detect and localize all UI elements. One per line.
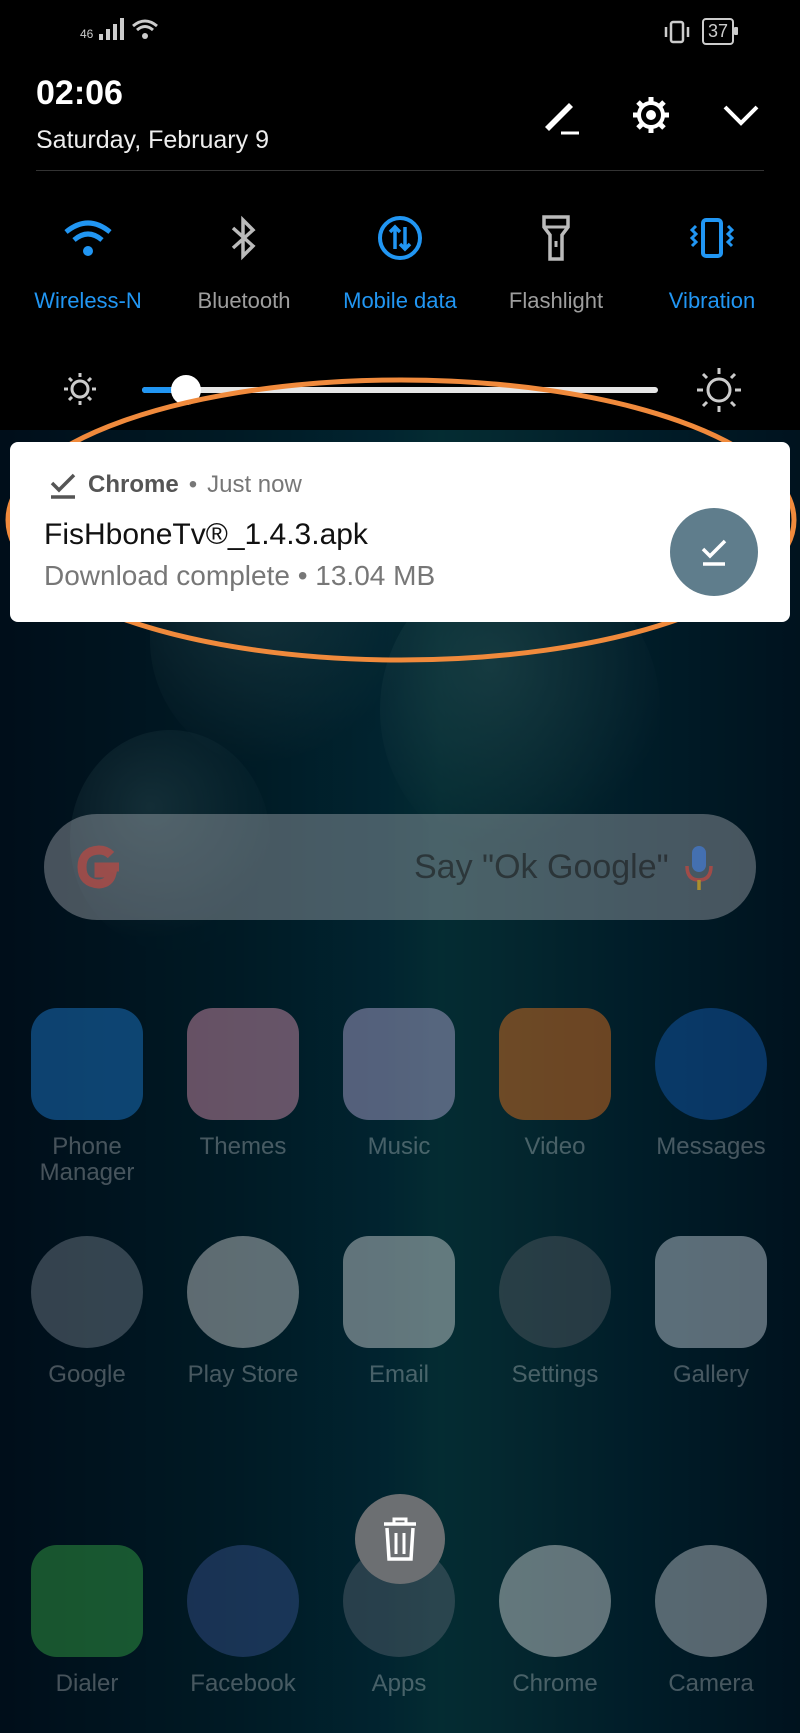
brightness-low-icon (64, 373, 96, 405)
app-video[interactable]: Video (480, 1008, 630, 1160)
app-icon (655, 1008, 767, 1120)
app-icon (343, 1236, 455, 1348)
app-icon (499, 1008, 611, 1120)
app-label: Camera (668, 1670, 754, 1697)
notification-title: FisHboneTv®_1.4.3.apk (44, 518, 368, 551)
download-done-icon (50, 473, 76, 499)
app-email[interactable]: Email (324, 1236, 474, 1388)
app-camera[interactable]: Camera (636, 1545, 786, 1697)
app-icon (187, 1008, 299, 1120)
app-icon (187, 1236, 299, 1348)
app-label: Email (368, 1361, 429, 1388)
vibrate-status-icon (664, 20, 690, 43)
download-done-icon (701, 539, 727, 566)
app-label: Facebook (190, 1670, 296, 1697)
app-messages[interactable]: Messages (636, 1008, 786, 1160)
flashlight-icon (542, 215, 570, 261)
app-icon (31, 1236, 143, 1348)
app-dialer[interactable]: Dialer (12, 1545, 162, 1697)
app-icon (187, 1545, 299, 1657)
app-label: Dialer (55, 1670, 119, 1697)
app-label: Messages (656, 1133, 766, 1160)
brightness-high-icon (697, 368, 741, 412)
toggle-label: Vibration (668, 288, 756, 313)
battery-indicator: 37 (701, 18, 739, 45)
app-icon (343, 1008, 455, 1120)
app-icon (499, 1236, 611, 1348)
app-label: Music (367, 1133, 431, 1160)
notification-subtitle: Download complete • 13.04 MB (44, 560, 436, 591)
app-label: Play Store (187, 1361, 299, 1388)
app-facebook[interactable]: Facebook (168, 1545, 318, 1697)
signal-label: 46 (80, 27, 94, 41)
app-google[interactable]: Google (12, 1236, 162, 1388)
edit-button[interactable] (538, 92, 584, 138)
wifi-icon (64, 220, 112, 256)
notification-time: Just now (207, 471, 302, 498)
bluetooth-icon (231, 215, 256, 261)
google-search-bar[interactable]: Say "Ok Google" (44, 814, 756, 920)
search-placeholder: Say "Ok Google" (414, 848, 669, 886)
pencil-icon (545, 103, 579, 135)
clear-notifications-button[interactable] (355, 1494, 445, 1584)
toggle-bluetooth[interactable]: Bluetooth (166, 210, 322, 314)
status-right: 37 (662, 18, 739, 45)
chevron-down-icon (723, 105, 759, 126)
app-label: Apps (371, 1670, 427, 1697)
toggle-mobile-data[interactable]: Mobile data (322, 210, 478, 314)
app-music[interactable]: Music (324, 1008, 474, 1160)
vibration-icon (689, 218, 735, 258)
clock-time: 02:06 (36, 74, 123, 112)
app-icon (31, 1008, 143, 1120)
google-logo-icon (77, 845, 119, 889)
status-left: 46 (80, 18, 159, 40)
app-label: Google (48, 1361, 126, 1388)
notification-app-name: Chrome (88, 471, 179, 498)
app-label: Settings (511, 1361, 599, 1388)
wifi-status-icon (132, 19, 159, 39)
app-gallery[interactable]: Gallery (636, 1236, 786, 1388)
notification-separator: • (188, 471, 198, 498)
toggle-label: Flashlight (508, 288, 604, 313)
app-icon (655, 1545, 767, 1657)
app-label: Gallery (672, 1361, 750, 1388)
app-icon (499, 1545, 611, 1657)
brightness-thumb[interactable] (171, 375, 201, 405)
toggle-label: Bluetooth (197, 288, 291, 313)
app-icon (31, 1545, 143, 1657)
toggle-label: Mobile data (343, 288, 457, 313)
brightness-fill (142, 387, 173, 393)
mobile-data-icon (378, 216, 422, 260)
microphone-icon[interactable] (684, 844, 714, 892)
app-play-store[interactable]: Play Store (168, 1236, 318, 1388)
app-icon (655, 1236, 767, 1348)
toggle-wifi[interactable]: Wireless-N (10, 210, 166, 314)
header-divider (36, 170, 764, 171)
header-actions (538, 92, 764, 138)
trash-icon (384, 1517, 416, 1561)
open-download-button[interactable] (670, 508, 758, 596)
signal-icon (99, 18, 125, 40)
app-chrome[interactable]: Chrome (480, 1545, 630, 1697)
app-label: Video (524, 1133, 586, 1160)
brightness-row (0, 365, 800, 415)
app-settings[interactable]: Settings (480, 1236, 630, 1388)
app-label: Phone Manager (39, 1133, 135, 1186)
toggle-label: Wireless-N (34, 288, 142, 313)
collapse-button[interactable] (718, 92, 764, 138)
toggle-flashlight[interactable]: Flashlight (478, 210, 634, 314)
settings-button[interactable] (628, 92, 674, 138)
clock-date: Saturday, February 9 (36, 126, 269, 154)
app-label: Themes (199, 1133, 287, 1160)
brightness-slider[interactable] (142, 375, 658, 405)
app-phone-manager[interactable]: Phone Manager (12, 1008, 162, 1186)
notification-header: Chrome • Just now (48, 470, 302, 500)
gear-icon (633, 97, 669, 133)
quick-toggles: Wireless-N Bluetooth Mobile data Flashli… (0, 210, 800, 314)
app-label: Chrome (512, 1670, 598, 1697)
toggle-vibration[interactable]: Vibration (634, 210, 790, 314)
app-themes[interactable]: Themes (168, 1008, 318, 1160)
download-notification[interactable]: Chrome • Just now FisHboneTv®_1.4.3.apk … (10, 442, 790, 622)
